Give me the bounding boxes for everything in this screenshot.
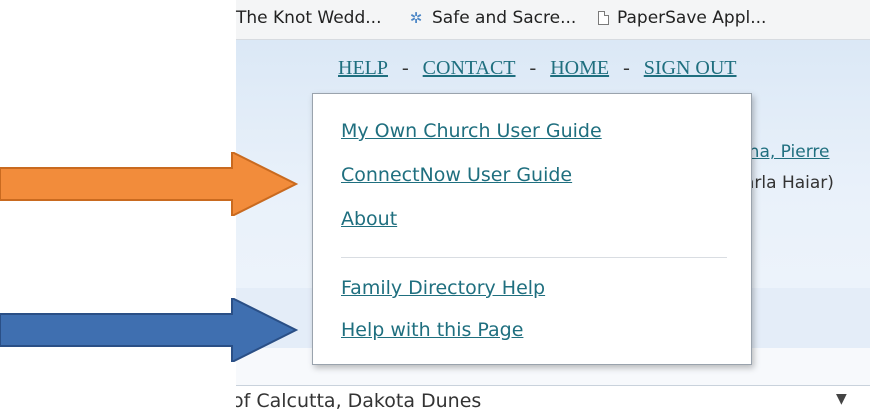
location-select[interactable]: of Calcutta, Dakota Dunes ▼ — [236, 385, 870, 416]
bookmark-the-knot[interactable]: The Knot Wedd... — [236, 8, 381, 28]
nav-contact-link[interactable]: CONTACT — [423, 57, 516, 79]
menu-item-help-with-this-page[interactable]: Help with this Page — [341, 319, 523, 341]
help-dropdown-menu: My Own Church User Guide ConnectNow User… — [312, 93, 752, 365]
nav-sign-out-link[interactable]: SIGN OUT — [644, 57, 737, 79]
bookmark-label: The Knot Wedd... — [236, 8, 382, 28]
menu-item-my-own-church-user-guide[interactable]: My Own Church User Guide — [341, 120, 602, 142]
menu-item-about[interactable]: About — [341, 208, 397, 230]
menu-item-family-directory-help[interactable]: Family Directory Help — [341, 277, 545, 299]
nav-help-link[interactable]: HELP — [338, 57, 388, 79]
menu-divider — [341, 257, 727, 258]
bookmarks-bar: The Knot Wedd... ✲ Safe and Sacre... Pap… — [236, 0, 870, 40]
top-navigation: HELP - CONTACT - HOME - SIGN OUT — [338, 57, 737, 80]
bookmark-papersave[interactable]: PaperSave Appl... — [598, 8, 766, 28]
page-icon — [598, 11, 609, 25]
bookmark-label: PaperSave Appl... — [617, 8, 767, 28]
screenshot: The Knot Wedd... ✲ Safe and Sacre... Pap… — [0, 0, 870, 416]
location-select-value: of Calcutta, Dakota Dunes — [236, 390, 482, 412]
nav-separator: - — [623, 57, 630, 79]
member-name-link[interactable]: tha, Pierre — [742, 142, 830, 162]
dropdown-arrow-icon[interactable]: ▼ — [836, 391, 847, 407]
nav-separator: - — [402, 57, 409, 79]
member-spouse-text: arla Haiar) — [744, 173, 834, 193]
blue-arrow-icon — [0, 298, 299, 362]
menu-item-connectnow-user-guide[interactable]: ConnectNow User Guide — [341, 164, 572, 186]
bookmark-label: Safe and Sacre... — [432, 8, 577, 28]
star-icon: ✲ — [409, 9, 423, 27]
orange-arrow-icon — [0, 152, 299, 216]
nav-separator: - — [529, 57, 537, 79]
bookmark-safe-and-sacred[interactable]: ✲ Safe and Sacre... — [408, 8, 577, 28]
nav-home-link[interactable]: HOME — [550, 57, 609, 79]
